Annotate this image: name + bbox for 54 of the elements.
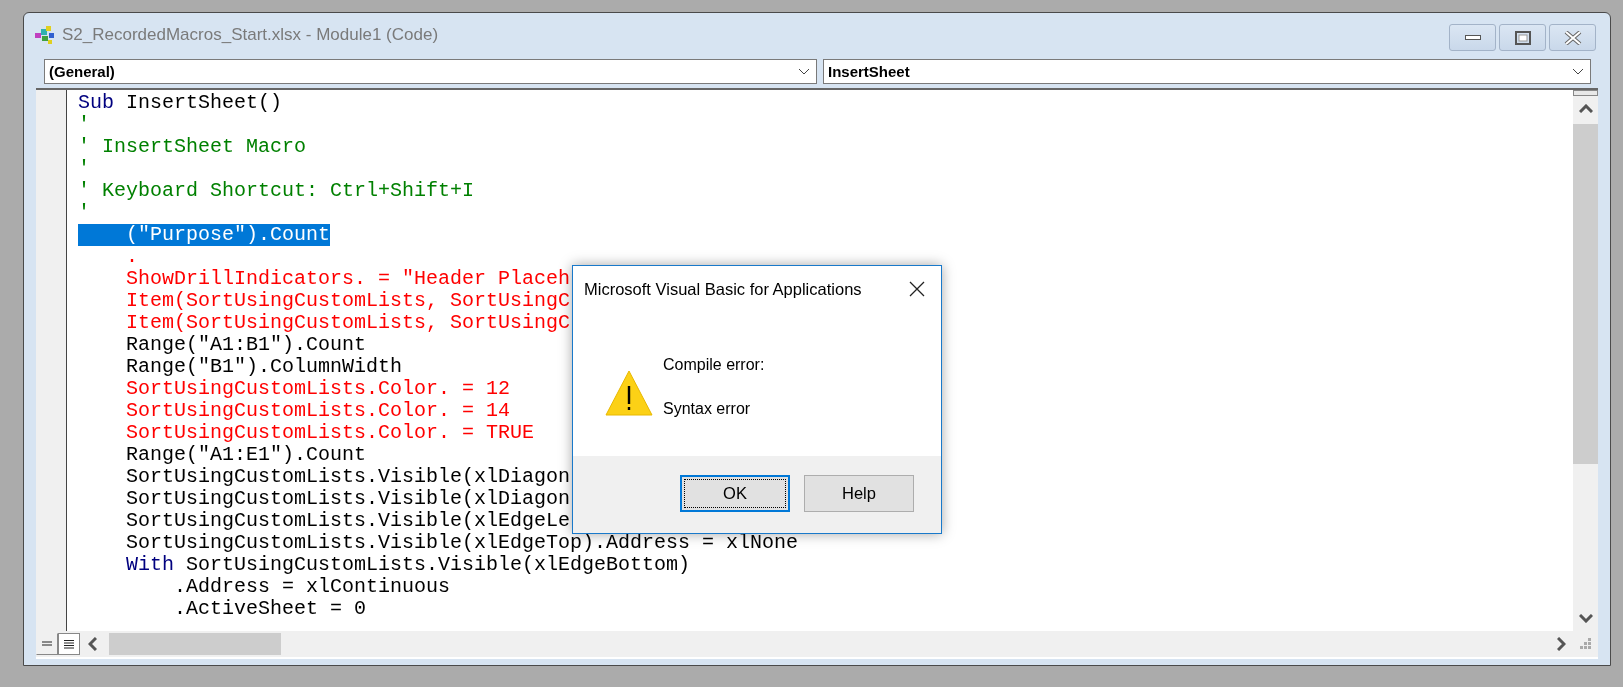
code-line: ' InsertSheet Macro — [78, 136, 307, 158]
code-line: ' Keyboard Shortcut: Ctrl+Shift+I — [78, 180, 475, 202]
code-line: SortUsingCustomLists.Visible(xlEdgeTop).Address = xlNone — [125, 532, 799, 554]
code-line: Range("A1:B1").Count — [125, 334, 367, 356]
code-line: ' — [78, 202, 90, 224]
lines-icon — [41, 639, 53, 649]
resize-grip-icon[interactable] — [1580, 638, 1592, 650]
lines-icon — [63, 639, 75, 649]
window-title: S2_RecordedMacros_Start.xlsx - Module1 (Code) — [62, 25, 439, 45]
module-view-button[interactable] — [58, 633, 80, 655]
code-line: .Address = xlContinuous — [173, 576, 451, 598]
error-detail: Syntax error — [663, 400, 752, 418]
code-line: Sub — [78, 92, 114, 114]
close-icon[interactable] — [909, 281, 925, 297]
vertical-scrollbar[interactable] — [1573, 90, 1598, 631]
close-icon — [1563, 30, 1582, 45]
code-line: SortUsingCustomLists.Color. = TRUE — [125, 422, 535, 444]
scroll-up-icon[interactable] — [1578, 104, 1593, 113]
code-line: SortUsingCustomLists.Visible(xlEdgeLe — [125, 510, 571, 532]
chevron-down-icon — [1572, 68, 1584, 75]
dialog-title: Microsoft Visual Basic for Applications — [584, 279, 862, 299]
code-line: With — [125, 554, 174, 576]
code-line: ' — [78, 114, 90, 136]
maximize-button[interactable] — [1499, 24, 1546, 51]
warning-icon — [605, 369, 653, 417]
blocks-icon — [34, 25, 56, 45]
code-line: .ActiveSheet = 0 — [173, 598, 367, 620]
code-line: SortUsingCustomLists.Visible(xlDiagon — [125, 466, 571, 488]
code-line: ' — [78, 158, 90, 180]
margin-indicator-bar[interactable] — [36, 90, 67, 631]
split-bar[interactable] — [1573, 90, 1598, 96]
code-line: Range("A1:E1").Count — [125, 444, 367, 466]
ok-button[interactable]: OK — [680, 474, 790, 512]
help-button[interactable]: Help — [804, 474, 914, 512]
scroll-down-icon[interactable] — [1578, 614, 1593, 623]
code-line: SortUsingCustomLists.Visible(xlEdgeBottom) — [185, 554, 691, 576]
chevron-down-icon — [798, 68, 810, 75]
code-line: SortUsingCustomLists.Visible(xlDiagon — [125, 488, 571, 510]
procedure-dropdown[interactable]: InsertSheet — [823, 59, 1591, 84]
minimize-icon — [1464, 34, 1481, 41]
code-line: SortUsingCustomLists.Color. = 14 — [125, 400, 511, 422]
object-dropdown[interactable]: (General) — [44, 59, 817, 84]
close-button[interactable] — [1549, 24, 1596, 51]
minimize-button[interactable] — [1449, 24, 1496, 51]
horizontal-scrollbar[interactable] — [109, 633, 281, 655]
maximize-icon — [1514, 30, 1531, 45]
code-line: Item(SortUsingCustomLists, SortUsingC — [125, 312, 571, 334]
code-line: ShowDrillIndicators. = "Header Placeh — [125, 268, 571, 290]
code-line: Range("B1").ColumnWidth — [125, 356, 403, 378]
code-line: SortUsingCustomLists.Color. = 12 — [125, 378, 511, 400]
error-message: Compile error: — [663, 356, 765, 374]
code-line: Item(SortUsingCustomLists, SortUsingC — [125, 290, 571, 312]
code-line: . — [125, 246, 138, 268]
code-line: InsertSheet() — [125, 92, 283, 114]
